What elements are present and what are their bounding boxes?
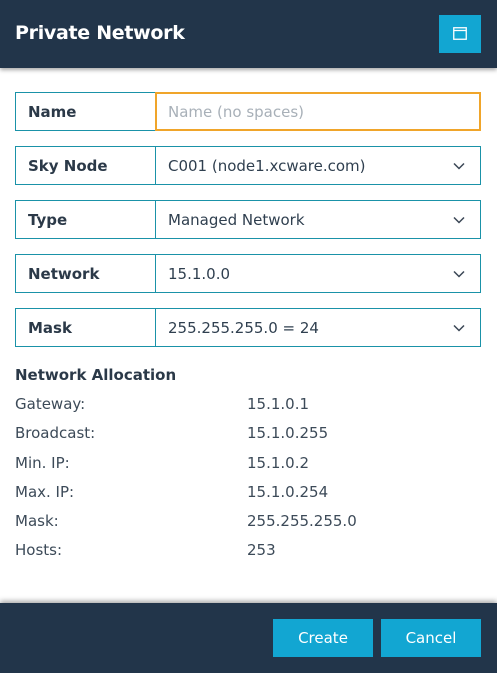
- allocation-value: 253: [247, 541, 276, 559]
- mask-select[interactable]: 255.255.255.0 = 24: [155, 308, 481, 347]
- allocation-key: Hosts:: [15, 541, 63, 559]
- allocation-row-max-ip: Max. IP: 15.1.0.254: [15, 483, 475, 503]
- sky-node-value: C001 (node1.xcware.com): [168, 156, 366, 175]
- type-row: Type Managed Network: [15, 200, 481, 239]
- chevron-down-icon: [452, 267, 466, 281]
- allocation-value: 15.1.0.254: [247, 483, 329, 501]
- chevron-down-icon: [452, 321, 466, 335]
- network-row: Network 15.1.0.0: [15, 254, 481, 293]
- dialog-footer: Create Cancel: [0, 603, 497, 673]
- dialog-header: Private Network: [0, 0, 497, 68]
- window-icon: [453, 25, 467, 44]
- mask-label: Mask: [15, 308, 155, 347]
- allocation-key: Broadcast:: [15, 424, 96, 442]
- cancel-button[interactable]: Cancel: [381, 619, 481, 657]
- allocation-key: Max. IP:: [15, 483, 75, 501]
- allocation-key: Gateway:: [15, 395, 86, 413]
- allocation-row-broadcast: Broadcast: 15.1.0.255: [15, 424, 475, 444]
- allocation-row-hosts: Hosts: 253: [15, 541, 475, 561]
- create-button[interactable]: Create: [273, 619, 373, 657]
- sky-node-row: Sky Node C001 (node1.xcware.com): [15, 146, 481, 185]
- allocation-value: 15.1.0.255: [247, 424, 329, 442]
- network-label: Network: [15, 254, 155, 293]
- allocation-key: Mask:: [15, 512, 59, 530]
- allocation-row-min-ip: Min. IP: 15.1.0.2: [15, 454, 475, 474]
- sky-node-select[interactable]: C001 (node1.xcware.com): [155, 146, 481, 185]
- dialog-title: Private Network: [15, 22, 185, 44]
- name-row: Name: [15, 92, 481, 131]
- chevron-down-icon: [452, 159, 466, 173]
- network-allocation-title: Network Allocation: [15, 366, 177, 384]
- type-label: Type: [15, 200, 155, 239]
- mask-value: 255.255.255.0 = 24: [168, 318, 319, 337]
- name-input[interactable]: [168, 102, 465, 121]
- window-toggle-button[interactable]: [439, 15, 481, 53]
- type-select[interactable]: Managed Network: [155, 200, 481, 239]
- allocation-value: 255.255.255.0: [247, 512, 357, 530]
- network-value: 15.1.0.0: [168, 264, 231, 283]
- name-label: Name: [15, 92, 155, 131]
- network-select[interactable]: 15.1.0.0: [155, 254, 481, 293]
- allocation-row-mask: Mask: 255.255.255.0: [15, 512, 475, 532]
- allocation-row-gateway: Gateway: 15.1.0.1: [15, 395, 475, 415]
- allocation-key: Min. IP:: [15, 454, 70, 472]
- sky-node-label: Sky Node: [15, 146, 155, 185]
- mask-row: Mask 255.255.255.0 = 24: [15, 308, 481, 347]
- name-field[interactable]: [155, 92, 481, 131]
- chevron-down-icon: [452, 213, 466, 227]
- allocation-value: 15.1.0.2: [247, 454, 310, 472]
- type-value: Managed Network: [168, 210, 305, 229]
- allocation-value: 15.1.0.1: [247, 395, 310, 413]
